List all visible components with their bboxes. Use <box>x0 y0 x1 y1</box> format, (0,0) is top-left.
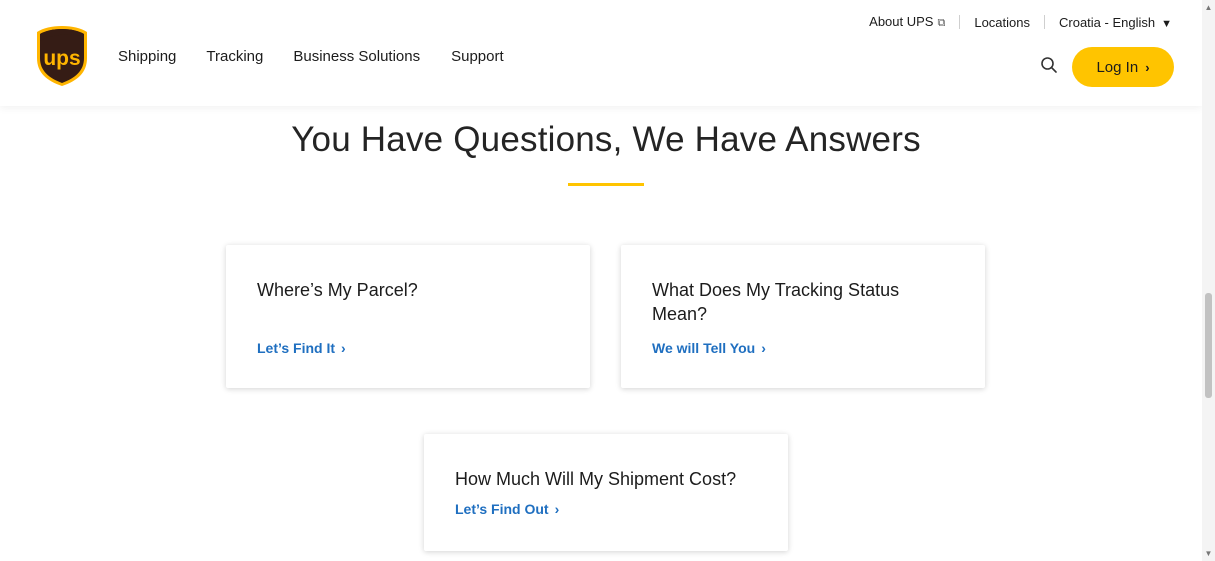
divider <box>1044 15 1045 29</box>
faq-card-tracking-status[interactable]: What Does My Tracking Status Mean? We wi… <box>621 245 985 388</box>
utility-nav: About UPS ⧉ Locations Croatia - English ▼ <box>869 14 1172 30</box>
scroll-down-icon[interactable]: ▼ <box>1204 549 1213 558</box>
about-ups-label: About UPS <box>869 14 934 29</box>
chevron-right-icon: › <box>554 501 560 517</box>
nav-support[interactable]: Support <box>451 47 504 67</box>
about-ups-link[interactable]: About UPS ⧉ <box>869 14 945 30</box>
ups-logo[interactable]: ups <box>36 25 88 87</box>
title-underline <box>568 183 644 186</box>
locations-link[interactable]: Locations <box>974 15 1030 30</box>
card-link[interactable]: Let’s Find Out › <box>455 501 559 517</box>
site-header: ups Shipping Tracking Business Solutions… <box>0 0 1202 106</box>
locale-selector[interactable]: Croatia - English ▼ <box>1059 15 1172 30</box>
card-question: How Much Will My Shipment Cost? <box>455 469 737 489</box>
main-nav: Shipping Tracking Business Solutions Sup… <box>118 47 534 67</box>
nav-tracking[interactable]: Tracking <box>206 47 263 67</box>
chevron-right-icon: › <box>761 340 766 356</box>
card-link-label: Let’s Find It <box>257 340 336 356</box>
svg-text:ups: ups <box>43 47 80 70</box>
scrollbar-thumb[interactable] <box>1205 293 1212 398</box>
faq-card-parcel[interactable]: Where’s My Parcel? Let’s Find It › <box>226 245 590 388</box>
divider <box>959 15 961 29</box>
search-icon[interactable] <box>1040 56 1058 74</box>
section-title: You Have Questions, We Have Answers <box>291 120 921 159</box>
card-link-label: Let’s Find Out <box>455 501 549 517</box>
nav-business-solutions[interactable]: Business Solutions <box>293 47 420 67</box>
chevron-down-icon: ▼ <box>1161 17 1172 30</box>
card-question: What Does My Tracking Status Mean? <box>652 280 900 324</box>
login-button[interactable]: Log In › <box>1072 47 1174 87</box>
faq-card-shipment-cost[interactable]: How Much Will My Shipment Cost? Let’s Fi… <box>424 434 788 551</box>
card-link-label: We will Tell You <box>652 340 756 356</box>
chevron-right-icon: › <box>341 340 346 356</box>
card-link[interactable]: We will Tell You › <box>652 340 766 356</box>
chevron-right-icon: › <box>1145 59 1150 75</box>
card-question: Where’s My Parcel? <box>257 280 418 300</box>
login-label: Log In <box>1096 58 1139 76</box>
page-scrollbar[interactable]: ▲ ▼ <box>1202 0 1215 561</box>
external-link-icon: ⧉ <box>937 17 946 29</box>
locale-label: Croatia - English <box>1059 14 1156 30</box>
scroll-up-icon[interactable]: ▲ <box>1204 3 1213 12</box>
card-link[interactable]: Let’s Find It › <box>257 340 346 356</box>
nav-shipping[interactable]: Shipping <box>118 47 176 67</box>
